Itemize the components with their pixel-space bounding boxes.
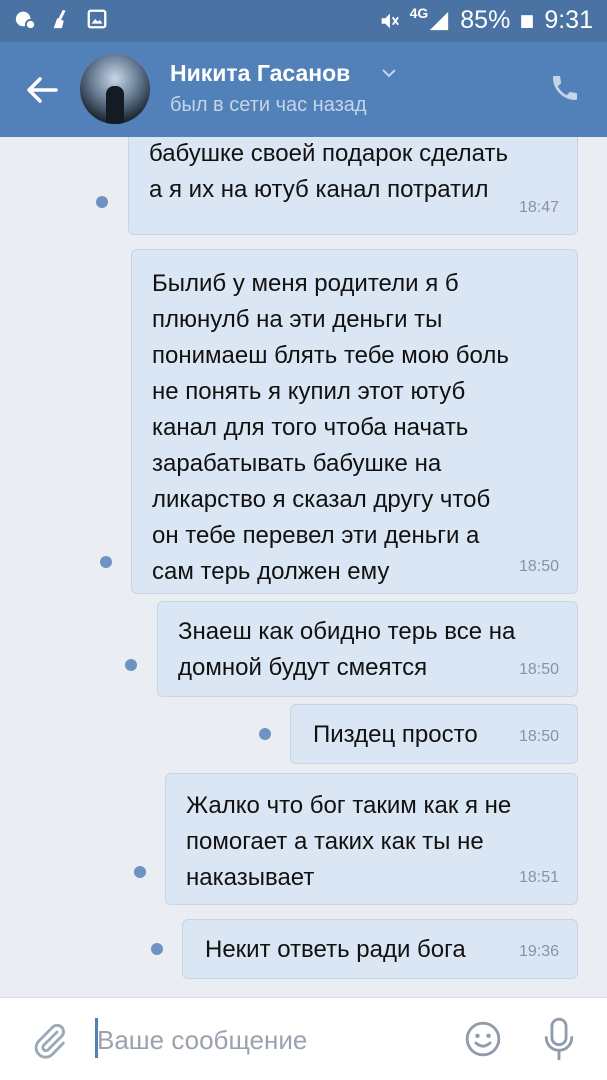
messenger-icon	[15, 11, 36, 30]
message-time: 19:36	[518, 943, 559, 960]
unread-indicator	[125, 659, 137, 671]
gallery-icon	[87, 9, 107, 29]
attach-icon[interactable]	[30, 1020, 68, 1060]
message-time: 18:50	[518, 558, 559, 575]
battery-icon	[521, 14, 534, 28]
signal-icon	[430, 11, 449, 30]
chat-header: Никита Гасанов был в сети час назад	[0, 42, 607, 137]
message-bubble[interactable]: Пиздец просто 18:50	[290, 704, 578, 764]
chevron-down-icon[interactable]	[380, 66, 398, 80]
message-text: Некит ответь ради бога	[205, 936, 466, 963]
message-bubble[interactable]: бабушке своей подарок сделать а я их на …	[128, 137, 578, 235]
message-bubble[interactable]: Некит ответь ради бога 19:36	[182, 919, 578, 979]
message-bubble[interactable]: Знаеш как обидно терь все на домной буду…	[157, 601, 578, 697]
message-list[interactable]: бабушке своей подарок сделать а я их на …	[0, 137, 607, 997]
message-bubble[interactable]: Жалко что бог таким как я не помогает а …	[165, 773, 578, 905]
mute-icon	[381, 13, 399, 28]
message-composer	[0, 997, 607, 1080]
unread-indicator	[100, 556, 112, 568]
phone-icon[interactable]	[549, 72, 581, 104]
message-time: 18:50	[518, 661, 559, 678]
back-arrow-icon[interactable]	[22, 70, 62, 110]
unread-indicator	[134, 866, 146, 878]
battery-percent: 85%	[460, 6, 511, 34]
unread-indicator	[151, 943, 163, 955]
status-bar: 4G 85% 9:31	[0, 0, 607, 42]
unread-indicator	[259, 728, 271, 740]
network-label: 4G	[409, 4, 429, 21]
message-text: Знаеш как обидно терь все на домной буду…	[178, 618, 516, 681]
message-time: 18:50	[518, 728, 559, 745]
message-text: бабушке своей подарок сделать а я их на …	[149, 140, 508, 203]
avatar[interactable]	[80, 54, 150, 124]
message-text: Пиздец просто	[313, 721, 478, 748]
contact-name[interactable]: Никита Гасанов	[170, 60, 350, 87]
message-time: 18:51	[518, 869, 559, 886]
unread-indicator	[96, 196, 108, 208]
message-input[interactable]	[97, 1020, 427, 1060]
contact-status: был в сети час назад	[170, 94, 367, 116]
cleaner-icon	[53, 9, 66, 29]
message-text: Жалко что бог таким как я не помогает а …	[186, 792, 512, 891]
emoji-icon[interactable]	[464, 1020, 502, 1058]
message-time: 18:47	[518, 199, 559, 216]
microphone-icon[interactable]	[542, 1016, 576, 1062]
message-text: Былиб у меня родители я б плюнулб на эти…	[152, 270, 509, 585]
clock: 9:31	[544, 6, 593, 34]
message-bubble[interactable]: Былиб у меня родители я б плюнулб на эти…	[131, 249, 578, 594]
